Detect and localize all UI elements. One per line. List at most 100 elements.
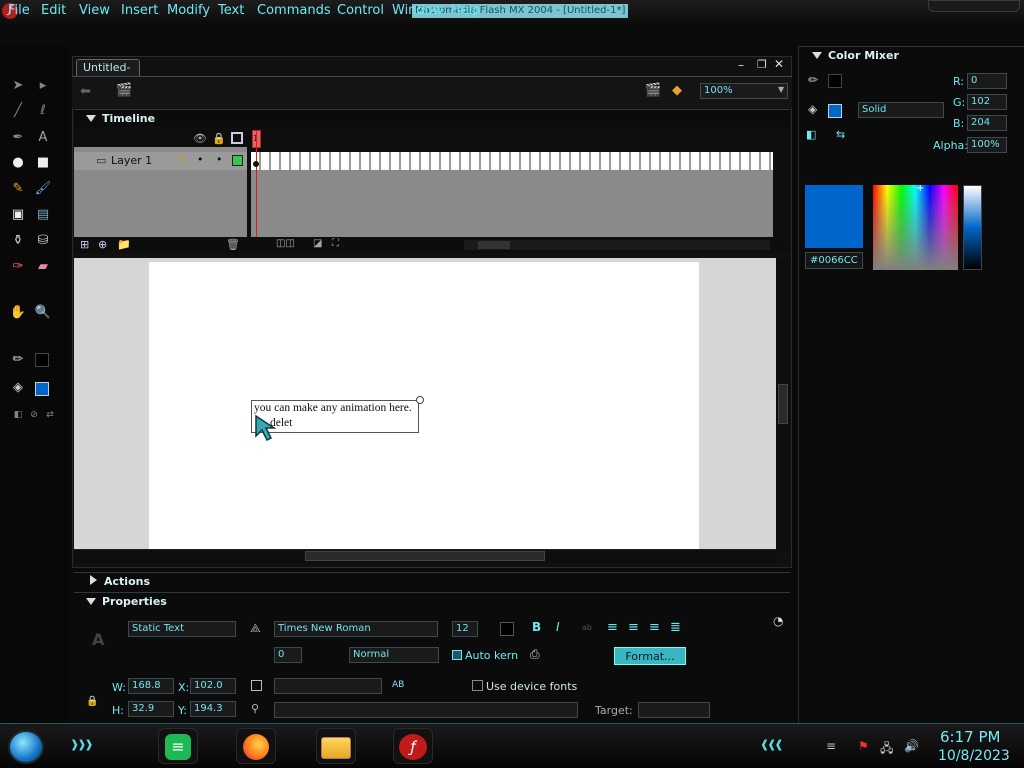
oval-tool-icon[interactable]: ● bbox=[8, 153, 28, 173]
arrow-tool-icon[interactable]: ➤ bbox=[8, 76, 28, 96]
notification-flag-icon[interactable]: ⚑ bbox=[858, 739, 869, 753]
line-tool-icon[interactable]: ╱ bbox=[8, 101, 28, 121]
eyedropper-tool-icon[interactable]: ✑ bbox=[8, 257, 28, 277]
fill-color-swatch[interactable] bbox=[35, 382, 49, 396]
green-field[interactable]: 102 bbox=[967, 94, 1007, 110]
brush-tool-icon[interactable]: 🖌 bbox=[33, 179, 53, 199]
scene-icon[interactable]: 🎬 bbox=[116, 83, 132, 98]
menu-window[interactable]: Window bbox=[392, 3, 443, 18]
color-spectrum[interactable] bbox=[873, 185, 958, 270]
text-direction-icon[interactable]: ab bbox=[582, 623, 592, 632]
actions-header[interactable]: Actions bbox=[74, 572, 790, 590]
align-center-icon[interactable]: ≡ bbox=[628, 620, 639, 635]
layer-outline-color[interactable] bbox=[232, 155, 243, 166]
url-link-field[interactable] bbox=[274, 702, 578, 718]
eraser-tool-icon[interactable]: ▰ bbox=[33, 257, 53, 277]
menu-text[interactable]: Text bbox=[218, 3, 244, 18]
show-desktop-icon[interactable]: ≡ bbox=[826, 739, 836, 753]
pencil-tool-icon[interactable]: ✎ bbox=[8, 179, 28, 199]
stroke-color-icon[interactable]: ✏ bbox=[8, 350, 28, 370]
line-type-select[interactable] bbox=[274, 678, 382, 694]
firefox-icon[interactable] bbox=[236, 728, 276, 764]
x-field[interactable]: 102.0 bbox=[190, 678, 236, 694]
text-color-swatch[interactable] bbox=[500, 622, 514, 636]
window-controls[interactable] bbox=[928, 0, 1020, 12]
timeline-header[interactable]: Timeline bbox=[74, 109, 790, 127]
network-icon[interactable]: 🖧 bbox=[880, 739, 893, 760]
clock-time[interactable]: 6:17 PM bbox=[940, 728, 1000, 746]
lock-layers-icon[interactable]: 🔒 bbox=[212, 132, 226, 145]
ink-bottle-tool-icon[interactable]: ⚱ bbox=[8, 231, 28, 251]
menu-commands[interactable]: Commands bbox=[257, 3, 331, 18]
hand-tool-icon[interactable]: ✋ bbox=[8, 303, 28, 323]
align-left-icon[interactable]: ≡ bbox=[607, 620, 618, 635]
text-type-select[interactable]: Static Text bbox=[128, 621, 236, 637]
fill-color-swatch[interactable] bbox=[828, 104, 842, 118]
device-fonts-checkbox[interactable] bbox=[472, 680, 483, 691]
modify-onion-markers-icon[interactable]: ⛶ bbox=[332, 238, 339, 249]
volume-icon[interactable]: 🔊 bbox=[904, 739, 919, 753]
keyframe-dot[interactable] bbox=[253, 161, 259, 167]
file-explorer-icon[interactable] bbox=[316, 728, 356, 764]
rotate-text-icon[interactable]: ⎙ bbox=[530, 647, 540, 662]
flash-icon[interactable]: ƒ bbox=[393, 728, 433, 764]
clock-date[interactable]: 10/8/2023 bbox=[938, 748, 1010, 764]
blue-field[interactable]: 204 bbox=[967, 115, 1007, 131]
start-button[interactable] bbox=[8, 730, 44, 764]
edit-scene-icon[interactable]: 🎬 bbox=[645, 83, 661, 98]
edit-symbols-icon[interactable]: ◆ bbox=[672, 83, 682, 98]
properties-header[interactable]: Properties bbox=[74, 592, 790, 610]
fill-color-icon[interactable]: ◈ bbox=[808, 102, 817, 116]
swap-colors-icon[interactable]: ⇆ bbox=[836, 128, 845, 141]
subselect-tool-icon[interactable]: ▸ bbox=[33, 76, 53, 96]
edit-multiple-frames-icon[interactable]: ◪ bbox=[313, 238, 322, 249]
menu-insert[interactable]: Insert bbox=[121, 3, 158, 18]
brightness-slider[interactable] bbox=[963, 185, 982, 270]
fill-transform-tool-icon[interactable]: ▤ bbox=[33, 205, 53, 225]
menu-view[interactable]: View bbox=[79, 3, 110, 18]
stage-vscroll-thumb[interactable] bbox=[778, 384, 788, 424]
justify-icon[interactable]: ≣ bbox=[670, 620, 681, 635]
swap-colors-icon[interactable]: ⇄ bbox=[40, 405, 60, 425]
insert-layer-icon[interactable]: ⊞ bbox=[80, 238, 89, 251]
height-field[interactable]: 32.9 bbox=[128, 701, 174, 717]
selectable-text-icon[interactable]: AB bbox=[392, 680, 404, 690]
timeline-hscroll-thumb[interactable] bbox=[478, 241, 510, 249]
stroke-color-swatch[interactable] bbox=[828, 74, 842, 88]
menu-help[interactable]: Help bbox=[451, 3, 481, 18]
baseline-select[interactable]: Normal bbox=[349, 647, 439, 663]
zoom-select[interactable]: 100% bbox=[700, 83, 788, 99]
color-mixer-header[interactable]: Color Mixer bbox=[798, 46, 1024, 64]
font-select[interactable]: Times New Roman bbox=[274, 621, 438, 637]
stroke-color-icon[interactable]: ✏ bbox=[808, 73, 818, 87]
menu-edit[interactable]: Edit bbox=[41, 3, 66, 18]
format-button[interactable]: Format... bbox=[614, 647, 686, 665]
hex-color-field[interactable]: #0066CC bbox=[805, 252, 863, 269]
close-icon[interactable]: ✕ bbox=[774, 57, 784, 71]
alpha-field[interactable]: 100% bbox=[967, 137, 1007, 153]
spotify-icon[interactable]: ≡ bbox=[158, 728, 198, 764]
delete-layer-icon[interactable]: 🗑 bbox=[226, 238, 240, 251]
paint-bucket-tool-icon[interactable]: ⛁ bbox=[33, 231, 53, 251]
align-right-icon[interactable]: ≡ bbox=[649, 620, 660, 635]
pen-tool-icon[interactable]: ✒ bbox=[8, 128, 28, 148]
y-field[interactable]: 194.3 bbox=[190, 701, 236, 717]
black-white-icon[interactable]: ◧ bbox=[806, 128, 816, 141]
add-motion-guide-icon[interactable]: ⊕ bbox=[98, 238, 107, 251]
menu-control[interactable]: Control bbox=[337, 3, 384, 18]
letter-spacing-field[interactable]: 0 bbox=[274, 647, 302, 663]
fill-type-select[interactable]: Solid bbox=[858, 102, 944, 118]
lock-icon[interactable]: 🔒 bbox=[86, 696, 98, 707]
outline-layers-icon[interactable] bbox=[231, 132, 243, 144]
stroke-color-swatch[interactable] bbox=[35, 353, 49, 367]
back-arrow-icon[interactable]: ⬅ bbox=[80, 84, 91, 99]
stage[interactable] bbox=[149, 262, 699, 549]
document-tab[interactable]: Untitled-1* bbox=[76, 59, 140, 87]
visibility-dot-icon[interactable]: • bbox=[197, 153, 204, 166]
italic-button[interactable]: I bbox=[556, 620, 560, 634]
help-icon[interactable]: ◔ bbox=[773, 614, 783, 628]
font-size-field[interactable]: 12 bbox=[452, 621, 478, 637]
chevron-down-icon[interactable]: ▼ bbox=[778, 85, 784, 94]
stage-hscroll-thumb[interactable] bbox=[305, 551, 545, 561]
selectable-checkbox[interactable] bbox=[251, 680, 262, 691]
